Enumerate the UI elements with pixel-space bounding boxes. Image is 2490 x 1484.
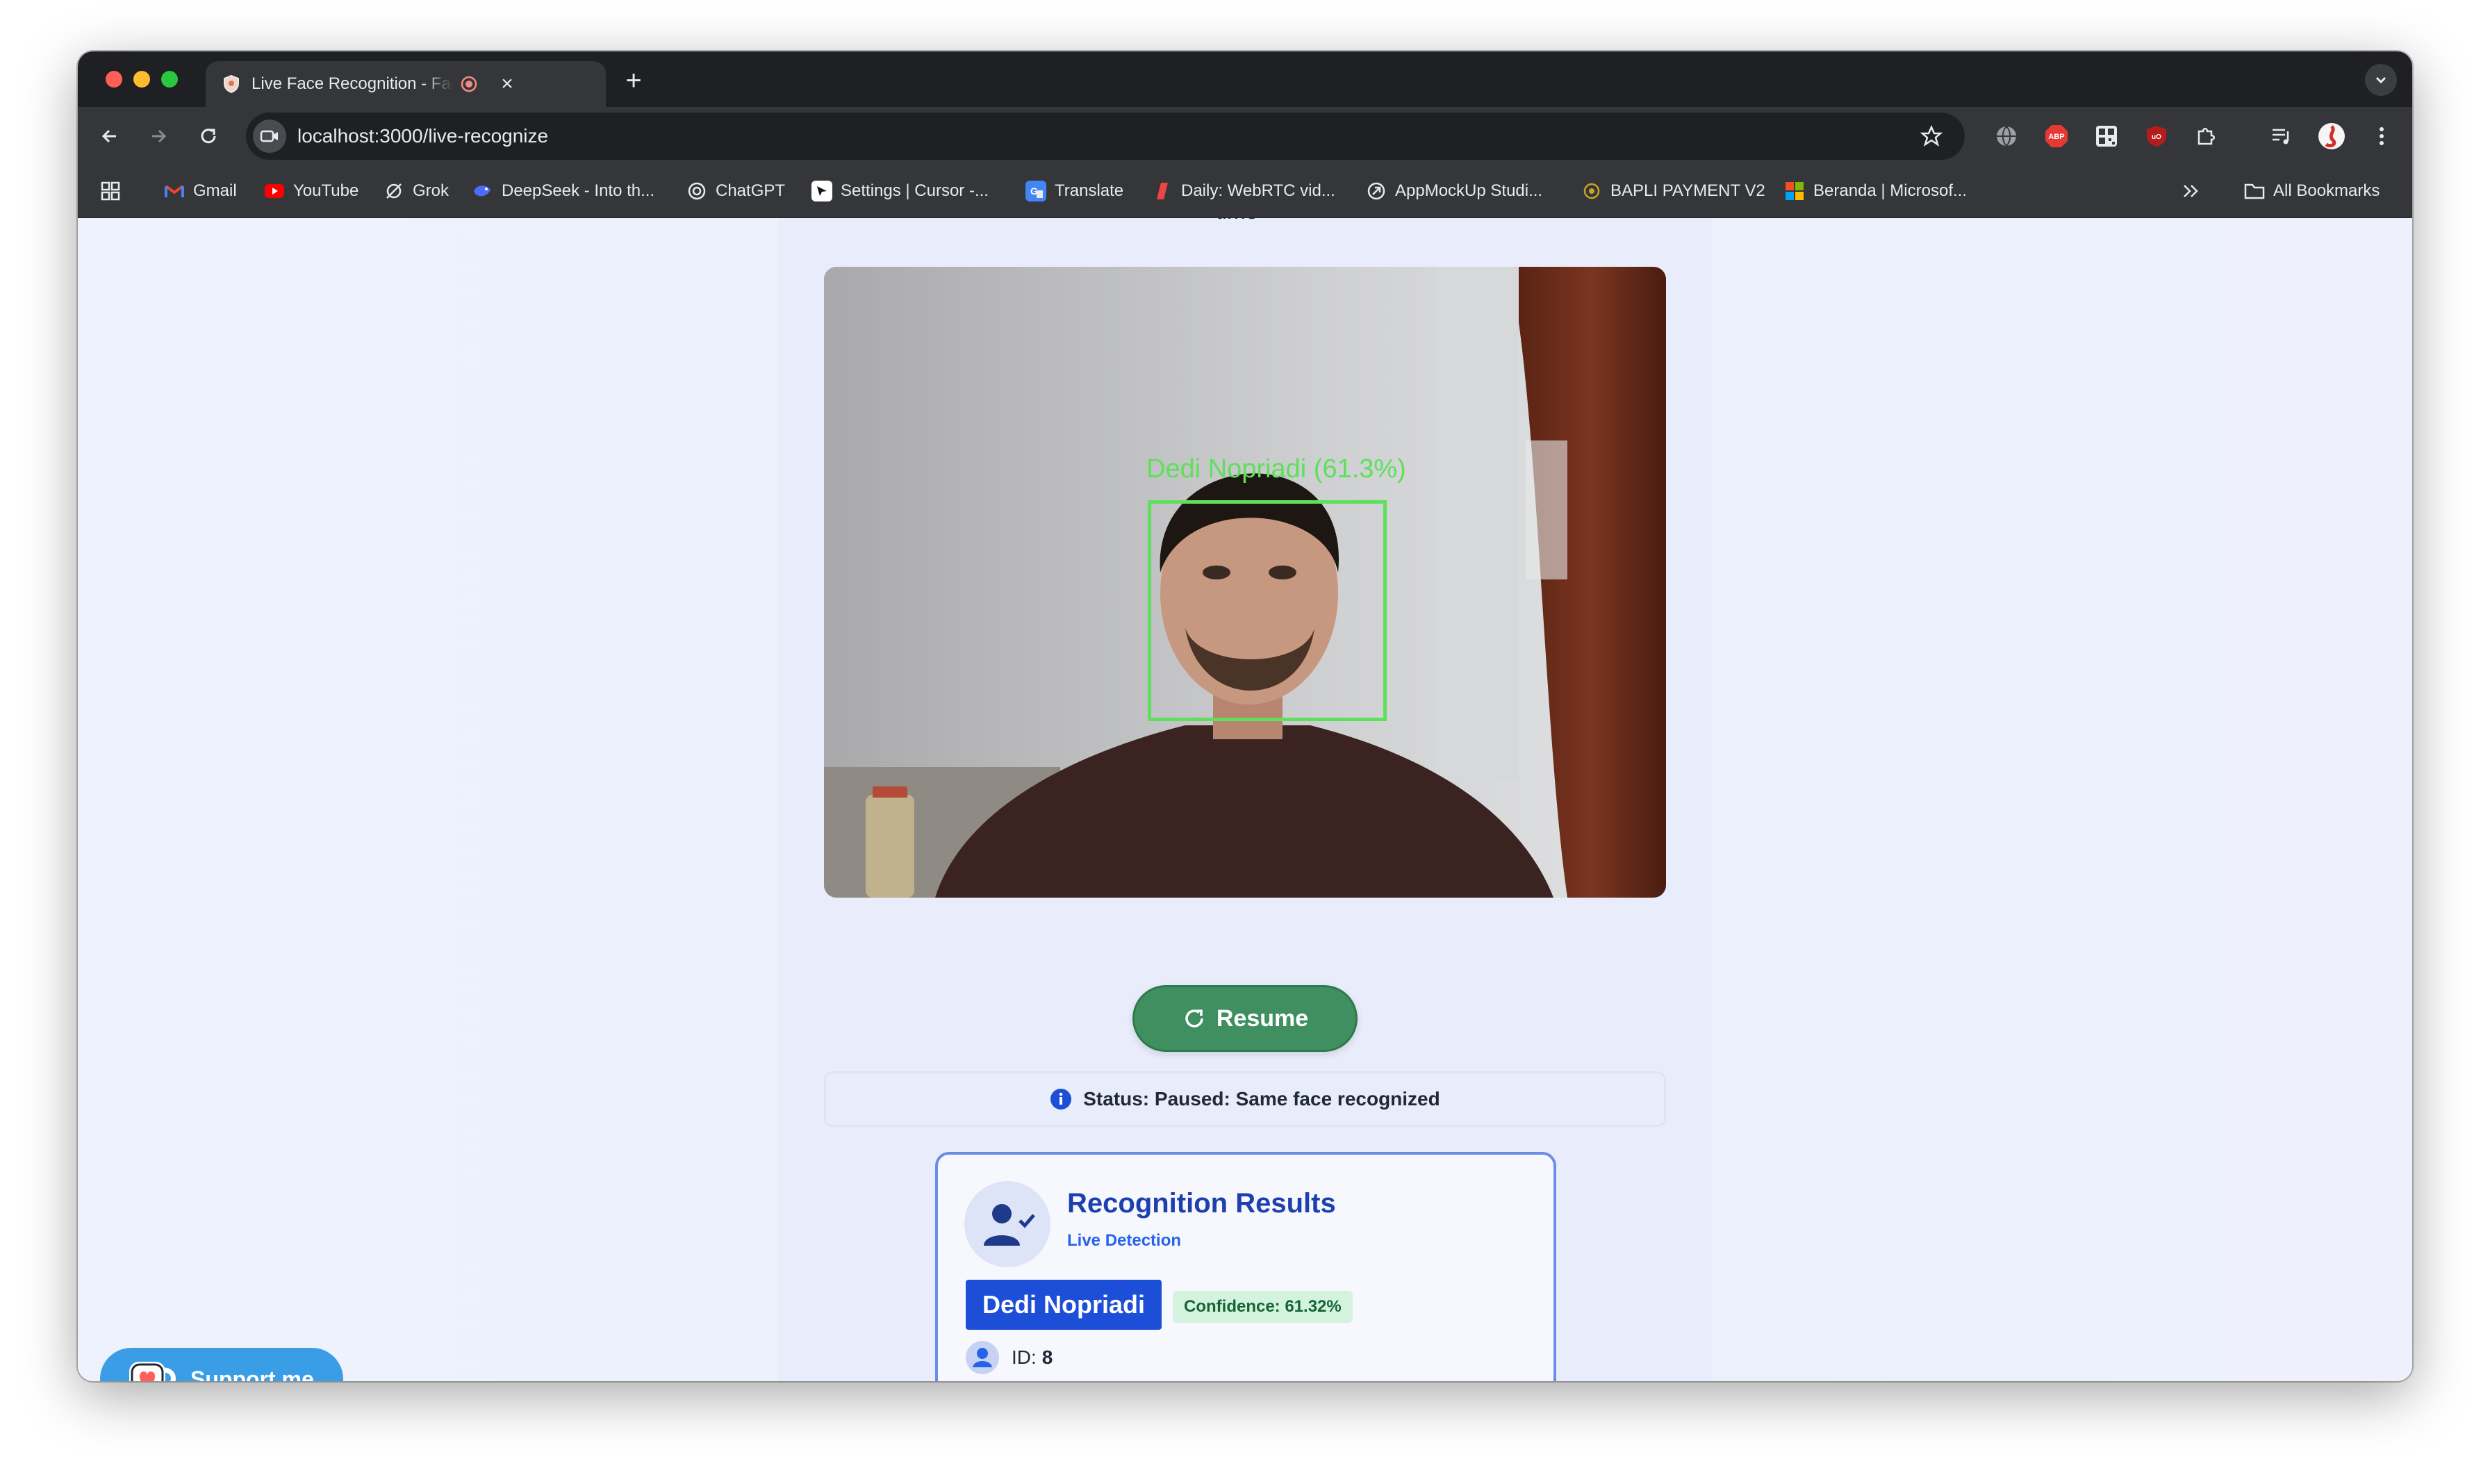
reload-icon — [201, 129, 216, 144]
arrow-left-icon — [101, 129, 116, 143]
maximize-window-button[interactable] — [161, 71, 178, 88]
status-bar: Status: Paused: Same face recognized — [824, 1071, 1666, 1127]
kofi-cup-icon — [126, 1358, 178, 1381]
bookmark-label: YouTube — [293, 181, 359, 200]
bapli-icon — [1581, 181, 1602, 201]
cursor-icon — [811, 181, 832, 201]
bookmark-daily[interactable]: Daily: WebRTC vid... — [1152, 175, 1335, 207]
bookmarks-bar: Gmail YouTube Grok DeepSeek - Into th...… — [78, 165, 2412, 218]
url-text: localhost:3000/live-recognize — [297, 125, 549, 147]
svg-text:uO: uO — [2152, 133, 2161, 141]
tab-title: Live Face Recognition - Face — [252, 74, 453, 93]
chevron-down-icon — [2375, 76, 2386, 84]
bookmark-label: Grok — [413, 181, 450, 200]
face-bounding-box — [1148, 500, 1387, 721]
bookmark-chatgpt[interactable]: ChatGPT — [686, 175, 785, 207]
resume-label: Resume — [1216, 1005, 1309, 1032]
id-row: ID: 8 — [964, 1339, 1053, 1376]
reload-button[interactable] — [192, 119, 225, 153]
bookmark-label: BAPLI PAYMENT V2 — [1610, 181, 1765, 200]
recording-icon — [459, 74, 479, 94]
info-icon — [1050, 1088, 1072, 1110]
all-bookmarks-folder[interactable]: All Bookmarks — [2244, 175, 2380, 207]
bookmark-appmockup[interactable]: AppMockUp Studi... — [1366, 175, 1542, 207]
face-label: Dedi Nopriadi (61.3%) — [1146, 454, 1406, 484]
bookmark-star-icon[interactable] — [1918, 122, 1945, 150]
new-tab-button[interactable]: + — [620, 67, 648, 94]
site-info-icon[interactable] — [253, 119, 286, 153]
globe-extension-icon[interactable] — [1991, 121, 2022, 151]
folder-icon — [2244, 181, 2265, 201]
bookmark-cursor[interactable]: Settings | Cursor -... — [811, 175, 989, 207]
bookmark-microsoft[interactable]: Beranda | Microsof... — [1784, 175, 1967, 207]
card-subtitle: Live Detection — [1067, 1231, 1182, 1250]
bookmark-translate[interactable]: G Translate — [1025, 175, 1123, 207]
bookmark-label: ChatGPT — [716, 181, 786, 200]
refresh-icon — [1182, 1006, 1207, 1031]
extensions-puzzle-icon[interactable] — [2191, 121, 2222, 151]
bookmark-label: Beranda | Microsof... — [1813, 181, 1967, 200]
bookmarks-overflow-icon[interactable] — [2180, 175, 2201, 207]
translate-icon: G — [1025, 181, 1046, 201]
bookmark-label: Daily: WebRTC vid... — [1181, 181, 1335, 200]
tab-search-button[interactable] — [2365, 64, 2397, 96]
bookmark-label: AppMockUp Studi... — [1395, 181, 1543, 200]
tab-live-face-recognition[interactable]: Live Face Recognition - Face × — [206, 61, 606, 107]
daily-icon — [1152, 181, 1173, 201]
bookmark-grok[interactable]: Grok — [384, 175, 449, 207]
media-control-icon[interactable] — [2266, 121, 2297, 151]
microsoft-icon — [1784, 181, 1805, 201]
browser-menu-icon[interactable] — [2366, 121, 2397, 151]
bookmark-label: Gmail — [193, 181, 237, 200]
user-check-icon — [964, 1181, 1050, 1267]
appmockup-icon — [1366, 181, 1387, 201]
support-label: Support me — [190, 1366, 314, 1382]
page-heading-fragment: time — [1216, 218, 1258, 224]
bookmark-label: Settings | Cursor -... — [841, 181, 989, 200]
gmail-icon — [164, 181, 185, 201]
chatgpt-icon — [686, 181, 707, 201]
bookmark-deepseek[interactable]: DeepSeek - Into th... — [472, 175, 654, 207]
svg-text:ABP: ABP — [2048, 133, 2064, 141]
qr-extension-icon[interactable] — [2091, 121, 2122, 151]
bookmark-label: Translate — [1055, 181, 1124, 200]
browser-window: Live Face Recognition - Face × + localho… — [78, 51, 2412, 1381]
user-circle-icon — [964, 1339, 1000, 1376]
confidence-badge: Confidence: 61.32% — [1173, 1291, 1353, 1323]
page-content: time — [78, 218, 2412, 1381]
shield-icon — [221, 74, 242, 94]
minimize-window-button[interactable] — [133, 71, 150, 88]
adblock-extension-icon[interactable]: ABP — [2041, 121, 2072, 151]
bookmark-bapli[interactable]: BAPLI PAYMENT V2 — [1581, 175, 1765, 207]
support-me-button[interactable]: Support me — [100, 1348, 343, 1381]
status-text: Status: Paused: Same face recognized — [1083, 1088, 1440, 1110]
id-value: 8 — [1041, 1346, 1053, 1368]
apps-grid-icon[interactable] — [100, 175, 121, 207]
forward-button[interactable] — [142, 119, 175, 153]
recognized-name-badge: Dedi Nopriadi — [966, 1280, 1162, 1330]
ublock-extension-icon[interactable]: uO — [2141, 121, 2172, 151]
resume-button[interactable]: Resume — [1132, 985, 1358, 1052]
arrow-right-icon — [152, 129, 167, 143]
close-window-button[interactable] — [106, 71, 122, 88]
profile-avatar[interactable] — [2316, 121, 2347, 151]
back-button[interactable] — [93, 119, 126, 153]
bookmark-gmail[interactable]: Gmail — [164, 175, 237, 207]
youtube-icon — [264, 181, 285, 201]
deepseek-icon — [472, 181, 493, 201]
card-title: Recognition Results — [1067, 1188, 1336, 1219]
recognition-results-card: Recognition Results Live Detection Dedi … — [935, 1152, 1556, 1381]
webcam-video: Dedi Nopriadi (61.3%) — [824, 267, 1666, 898]
tab-strip: Live Face Recognition - Face × + — [78, 51, 2412, 107]
bookmark-label: DeepSeek - Into th... — [502, 181, 655, 200]
grok-icon — [384, 181, 404, 201]
address-bar[interactable]: localhost:3000/live-recognize — [246, 113, 1965, 160]
all-bookmarks-label: All Bookmarks — [2273, 181, 2380, 200]
bookmark-youtube[interactable]: YouTube — [264, 175, 358, 207]
id-label: ID: — [1012, 1346, 1037, 1368]
tab-close-icon[interactable]: × — [496, 72, 518, 95]
